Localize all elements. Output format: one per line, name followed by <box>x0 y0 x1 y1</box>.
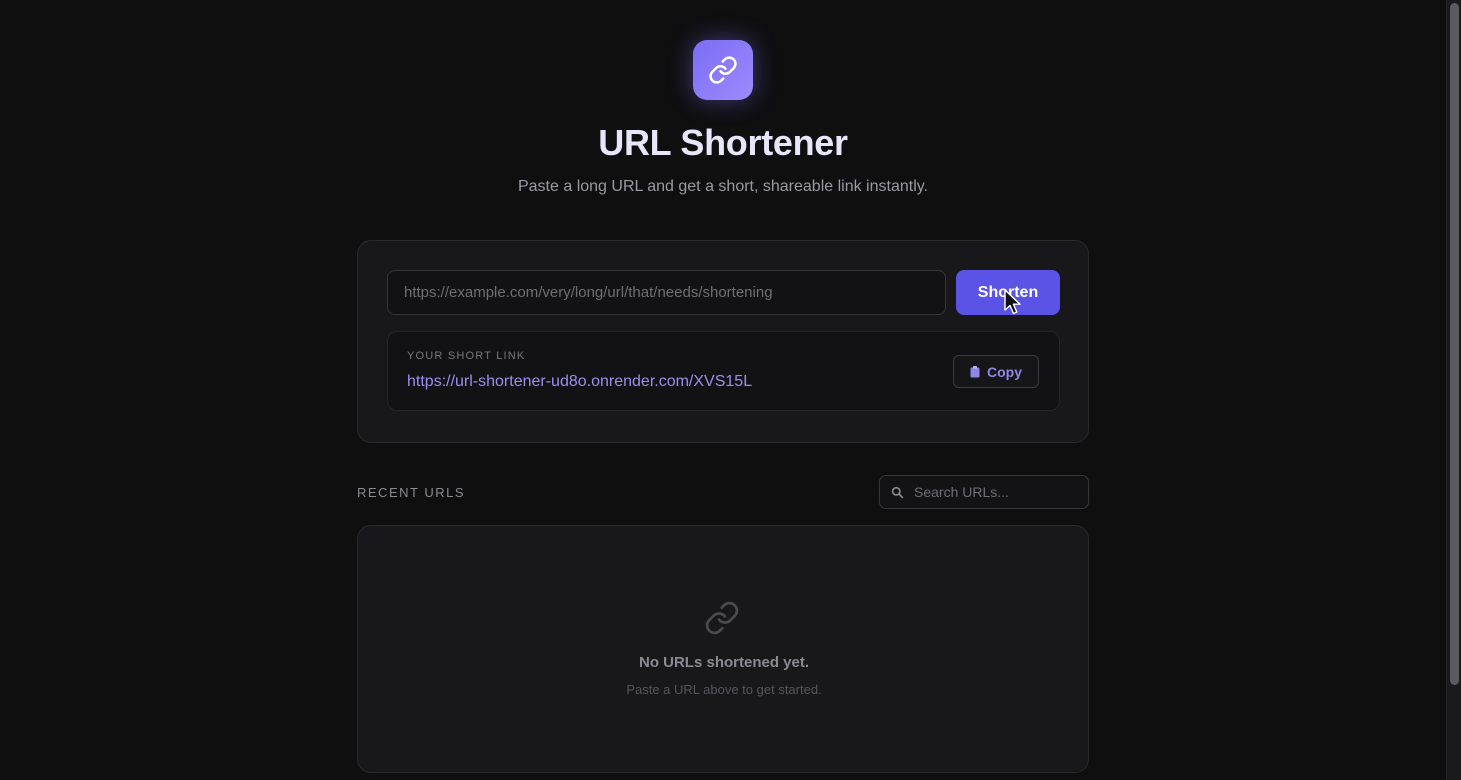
logo <box>693 40 753 100</box>
short-link-result: YOUR SHORT LINK https://url-shortener-ud… <box>387 331 1060 411</box>
short-link-label: YOUR SHORT LINK <box>407 350 526 362</box>
short-link[interactable]: https://url-shortener-ud8o.onrender.com/… <box>407 373 752 391</box>
long-url-input[interactable] <box>387 270 946 315</box>
link-icon <box>705 601 739 635</box>
copy-button-label: Copy <box>987 363 1022 380</box>
scrollbar-thumb[interactable] <box>1450 3 1459 685</box>
link-icon <box>709 56 737 84</box>
empty-state-title: No URLs shortened yet. <box>638 654 810 671</box>
search-box <box>879 475 1089 509</box>
shortener-card: Shorten YOUR SHORT LINK https://url-shor… <box>357 240 1089 443</box>
search-urls-input[interactable] <box>910 476 1085 508</box>
scrollbar[interactable] <box>1446 0 1461 780</box>
recent-urls-heading: RECENT URLS <box>357 485 466 500</box>
page-title: URL Shortener <box>598 122 848 163</box>
search-icon <box>891 486 904 499</box>
page-subtitle: Paste a long URL and get a short, sharea… <box>517 178 928 195</box>
empty-state-subtitle: Paste a URL above to get started. <box>626 682 822 697</box>
recent-urls-list: No URLs shortened yet. Paste a URL above… <box>357 525 1089 773</box>
shorten-button[interactable]: Shorten <box>956 270 1060 315</box>
copy-button[interactable]: Copy <box>953 355 1039 388</box>
page: URL Shortener Paste a long URL and get a… <box>0 0 1446 780</box>
clipboard-icon <box>970 365 980 377</box>
